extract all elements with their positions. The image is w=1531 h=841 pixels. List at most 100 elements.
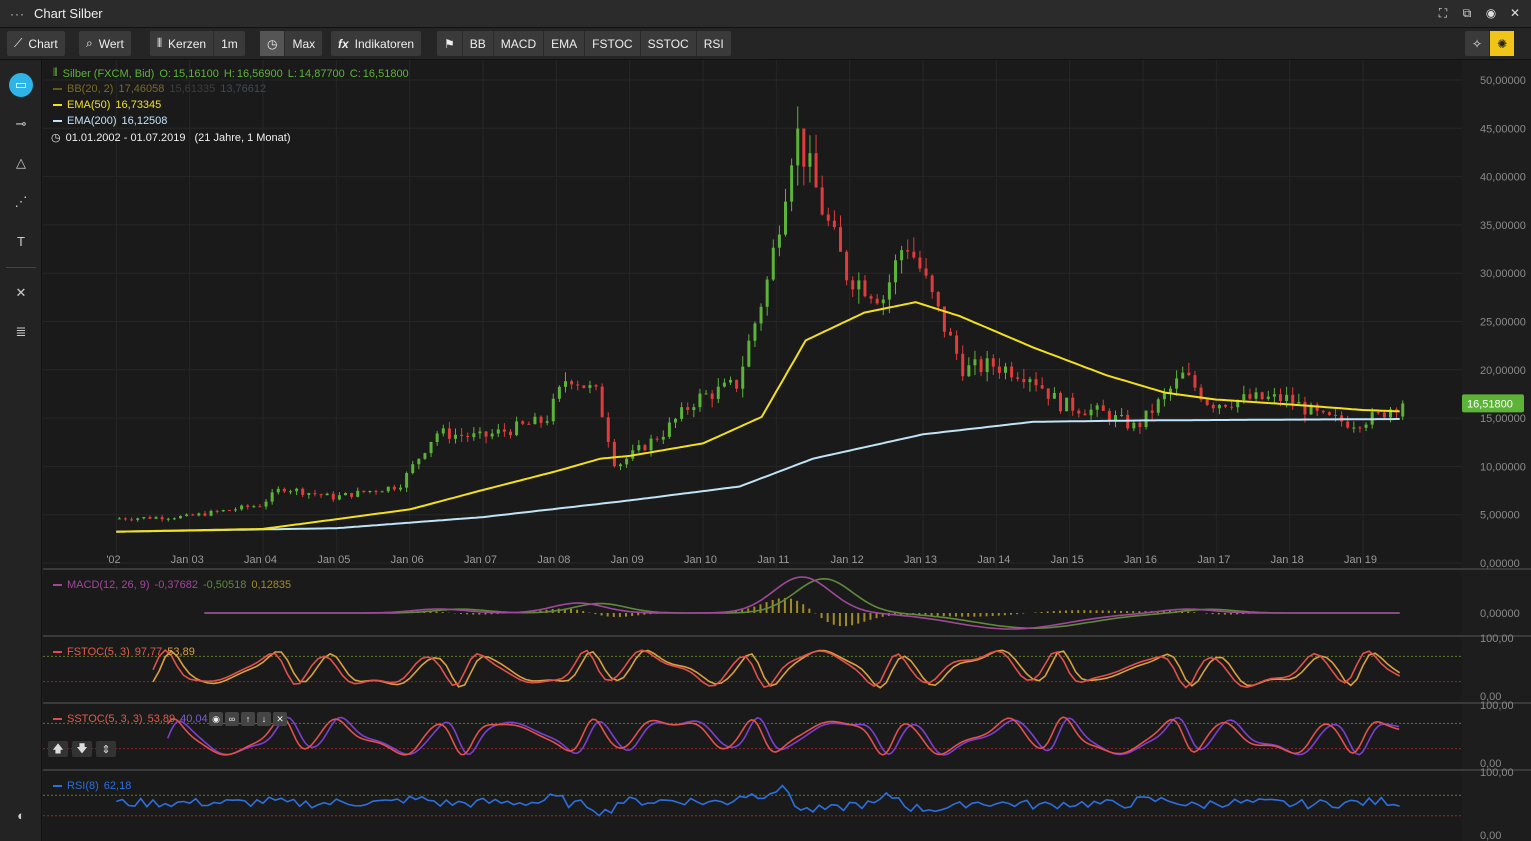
ellipsis-icon[interactable]: ··· bbox=[10, 7, 32, 21]
candle-body bbox=[313, 493, 317, 495]
ema50-swatch bbox=[53, 104, 62, 106]
pane-down-icon[interactable]: 🡇 bbox=[72, 741, 92, 757]
macd-tick-label: 0,00000 bbox=[1480, 608, 1520, 620]
price-tick-label: 0,00000 bbox=[1480, 558, 1520, 570]
candle-body bbox=[1297, 402, 1301, 404]
sstoc-swatch bbox=[53, 718, 62, 720]
record-icon[interactable]: ◉ bbox=[1483, 4, 1499, 22]
close-icon[interactable]: ✕ bbox=[1507, 4, 1523, 22]
candle-body bbox=[930, 275, 934, 293]
candle-body bbox=[331, 493, 335, 500]
pane-maximize-icon[interactable]: ⇕ bbox=[96, 741, 116, 757]
candle-body bbox=[851, 280, 855, 290]
price-tick-label: 5,00000 bbox=[1480, 510, 1520, 522]
candle-body bbox=[380, 491, 384, 493]
legend-ema50: EMA(50) 16,73345 bbox=[53, 99, 161, 111]
popout-icon[interactable]: ⧉ bbox=[1459, 4, 1475, 22]
candle-body bbox=[1346, 421, 1350, 428]
candle-body bbox=[484, 431, 488, 437]
legend-fstoc-v1: 97,77 bbox=[134, 646, 163, 658]
candle-body bbox=[1303, 402, 1307, 415]
legend-fstoc-v2: 53,89 bbox=[167, 646, 195, 658]
candle-body bbox=[832, 220, 836, 228]
pane-up-icon[interactable]: 🡅 bbox=[48, 741, 68, 757]
candle-body bbox=[117, 518, 121, 520]
candle-body bbox=[667, 422, 671, 437]
candle-body bbox=[906, 250, 910, 252]
legend-sstoc-v1: 53,89 bbox=[147, 713, 176, 725]
candle-body bbox=[325, 493, 329, 496]
time-tick-label: '02 bbox=[106, 554, 120, 566]
candle-body bbox=[722, 382, 726, 387]
candle-body bbox=[1016, 377, 1020, 379]
layers-icon[interactable]: ≣ bbox=[9, 320, 33, 344]
candle-body bbox=[796, 128, 800, 166]
bookmark-button[interactable]: ⚑ bbox=[437, 31, 463, 56]
fullscreen-icon[interactable]: ⛶ bbox=[1435, 4, 1451, 22]
quick-sstoc-button[interactable]: SSTOC bbox=[641, 31, 697, 56]
price-tick-label: 20,00000 bbox=[1480, 365, 1526, 377]
indicators-button[interactable]: fx Indikatoren bbox=[331, 31, 421, 56]
candle-body bbox=[582, 385, 586, 388]
candle-body bbox=[839, 227, 842, 252]
quick-macd-button[interactable]: MACD bbox=[494, 31, 545, 56]
candle-body bbox=[985, 358, 989, 373]
eye-icon[interactable]: ◉ bbox=[209, 712, 223, 726]
candle-body bbox=[619, 464, 622, 467]
candle-body bbox=[643, 445, 647, 451]
candle-body bbox=[1242, 394, 1246, 401]
quick-ema-button[interactable]: EMA bbox=[544, 31, 586, 56]
settings-button[interactable]: ✺ bbox=[1490, 31, 1515, 56]
legend-fstoc: FSTOC(5, 3) 97,77 53,89 bbox=[53, 646, 195, 658]
interval-button[interactable]: 1m bbox=[214, 31, 245, 56]
wert-button[interactable]: ⌕ Wert bbox=[79, 31, 131, 56]
theme-icon[interactable]: ◐ bbox=[9, 803, 33, 827]
line-tool-icon[interactable]: ⊸ bbox=[9, 112, 33, 136]
candle-body bbox=[845, 251, 849, 281]
candle-body bbox=[814, 153, 818, 188]
text-tool-icon[interactable]: T bbox=[9, 229, 33, 253]
time-tick-label: Jan 08 bbox=[537, 554, 570, 566]
candle-body bbox=[894, 260, 897, 283]
candle-body bbox=[570, 381, 574, 385]
candle-body bbox=[496, 429, 500, 434]
triangle-tool-icon[interactable]: △ bbox=[9, 151, 33, 175]
candle-body bbox=[185, 514, 189, 517]
candle-body bbox=[1132, 422, 1136, 429]
candle-body bbox=[557, 386, 561, 399]
candle-body bbox=[1010, 366, 1014, 378]
candle-body bbox=[1279, 394, 1282, 402]
candle-body bbox=[729, 379, 732, 383]
candle-body bbox=[276, 488, 280, 493]
kerzen-button[interactable]: ⫴ Kerzen bbox=[150, 31, 215, 56]
quick-rsi-button[interactable]: RSI bbox=[697, 31, 731, 56]
macd-swatch bbox=[53, 584, 62, 586]
arrow-up-small-icon[interactable]: ↑ bbox=[241, 712, 255, 726]
arrow-down-small-icon[interactable]: ↓ bbox=[257, 712, 271, 726]
tools-icon[interactable]: ✕ bbox=[9, 281, 33, 305]
range-button[interactable]: Max bbox=[285, 31, 322, 56]
candle-body bbox=[551, 398, 555, 422]
time-tick-label: Jan 16 bbox=[1124, 554, 1157, 566]
candle-body bbox=[221, 510, 225, 512]
clock-button[interactable]: ◷ bbox=[260, 31, 286, 56]
candle-body bbox=[973, 359, 977, 366]
quick-bb-button[interactable]: BB bbox=[463, 31, 494, 56]
link-icon[interactable]: ∞ bbox=[225, 712, 239, 726]
candle-body bbox=[1175, 378, 1179, 389]
candle-body bbox=[270, 492, 274, 502]
candle-body bbox=[1266, 396, 1270, 400]
candle-body bbox=[227, 510, 231, 512]
cursor-tool-icon[interactable]: ▭ bbox=[9, 73, 33, 97]
candle-body bbox=[826, 214, 830, 221]
candle-body bbox=[337, 495, 341, 500]
candle-body bbox=[637, 445, 641, 451]
candle-body bbox=[588, 385, 592, 388]
candle-body bbox=[252, 506, 256, 508]
quick-fstoc-button[interactable]: FSTOC bbox=[585, 31, 641, 56]
fib-tool-icon[interactable]: ⋰ bbox=[9, 190, 33, 214]
magic-button[interactable]: ✧ bbox=[1465, 31, 1491, 56]
candle-body bbox=[1193, 375, 1197, 388]
close-small-icon[interactable]: ✕ bbox=[273, 712, 287, 726]
chart-button[interactable]: ⟋ Chart bbox=[7, 31, 65, 56]
